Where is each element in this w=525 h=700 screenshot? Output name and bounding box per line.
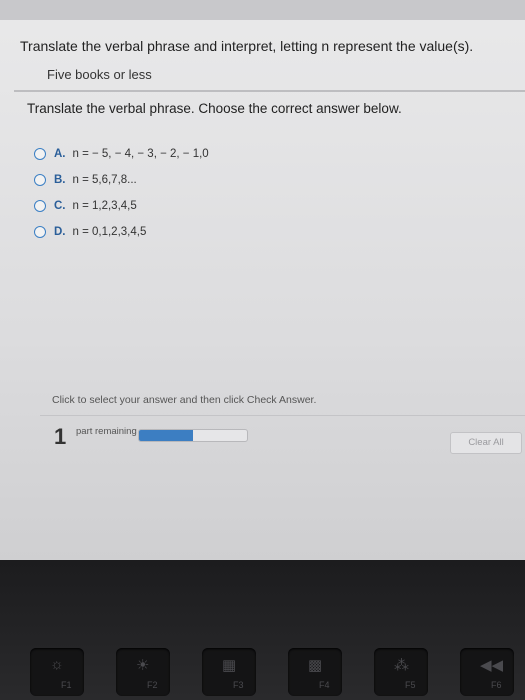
option-letter: C. [54,199,66,212]
progress-bar-fill [139,430,193,441]
question-title: Translate the verbal phrase and interpre… [20,38,474,54]
parts-remaining-count: 1 [54,424,67,449]
option-letter: A. [54,147,66,160]
rewind-icon: ◀◀ [480,657,504,674]
status-bar: 1 part remaining Clear All [40,415,525,466]
browser-screen: Translate the verbal phrase and interpre… [0,0,525,560]
option-a[interactable]: A. n = − 5, − 4, − 3, − 2, − 1,0 [34,144,209,163]
option-c[interactable]: C. n = 1,2,3,4,5 [34,196,209,215]
clear-all-button[interactable]: Clear All [450,432,522,454]
function-key-f4[interactable]: ▩ F4 [288,648,342,696]
option-b[interactable]: B. n = 5,6,7,8... [34,170,209,189]
radio-button-a[interactable] [34,147,46,160]
function-key-label: F4 [319,680,330,690]
instruction-text: Translate the verbal phrase. Choose the … [27,101,402,116]
function-key-label: F2 [147,680,158,690]
hint-text: Click to select your answer and then cli… [52,394,317,406]
option-text: n = − 5, − 4, − 3, − 2, − 1,0 [72,147,209,160]
radio-button-c[interactable] [34,199,46,212]
launchpad-icon: ▩ [308,657,323,674]
radio-button-d[interactable] [34,225,46,238]
function-key-f2[interactable]: ☀ F2 [116,648,170,696]
option-text: n = 5,6,7,8... [72,173,137,186]
function-key-label: F1 [61,680,72,690]
verbal-phrase: Five books or less [47,67,152,82]
function-key-f5[interactable]: ⁂ F5 [374,648,428,696]
function-key-label: F5 [405,680,416,690]
function-key-label: F6 [491,680,502,690]
option-letter: B. [54,173,66,186]
function-key-f3[interactable]: ▦ F3 [202,648,256,696]
radio-button-b[interactable] [34,173,46,186]
divider [14,90,525,92]
progress-bar [138,429,248,442]
option-letter: D. [54,225,66,238]
answer-options: A. n = − 5, − 4, − 3, − 2, − 1,0 B. n = … [34,144,209,248]
keyboard-light-icon: ⁂ [394,657,409,674]
mission-control-icon: ▦ [222,657,237,674]
option-text: n = 1,2,3,4,5 [72,199,137,212]
function-key-f1[interactable]: ☼ F1 [30,648,84,696]
parts-remaining-label: part remaining [76,426,137,437]
browser-top-bar [0,0,525,20]
function-key-f6[interactable]: ◀◀ F6 [460,648,514,696]
sun-low-icon: ☼ [50,656,64,673]
function-key-label: F3 [233,680,244,690]
option-d[interactable]: D. n = 0,1,2,3,4,5 [34,222,209,241]
option-text: n = 0,1,2,3,4,5 [72,225,147,238]
sun-high-icon: ☀ [136,657,150,674]
